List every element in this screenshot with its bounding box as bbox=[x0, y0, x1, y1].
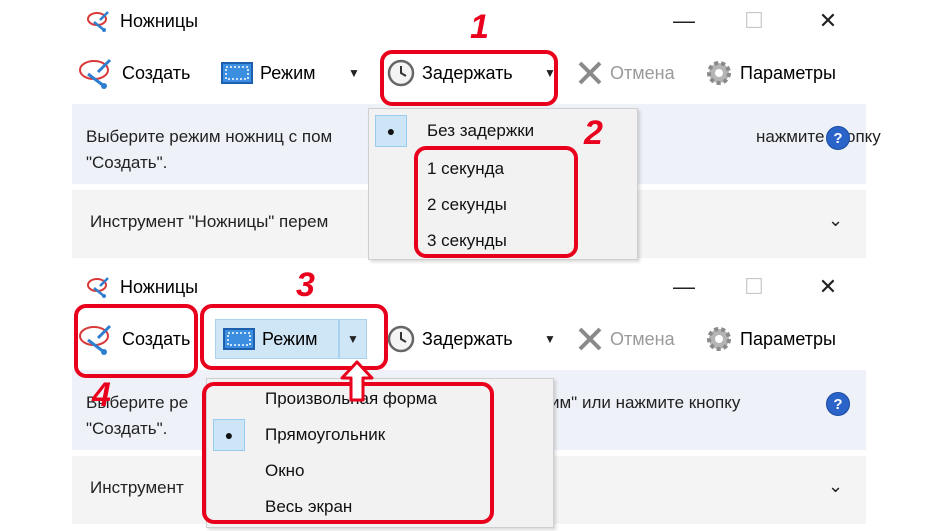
options-button[interactable]: Параметры bbox=[704, 320, 836, 358]
bullet-icon: ● bbox=[375, 115, 407, 147]
help-icon[interactable]: ? bbox=[826, 126, 850, 150]
delay-dropdown-arrow[interactable]: ▼ bbox=[544, 320, 556, 358]
maximize-button[interactable]: ☐ bbox=[732, 270, 776, 304]
annotation-delay-button bbox=[380, 50, 558, 106]
window-title: Ножницы bbox=[120, 11, 199, 31]
scissors-icon bbox=[86, 276, 112, 298]
chevron-down-icon: ▼ bbox=[544, 332, 556, 346]
scissors-icon bbox=[76, 56, 116, 90]
step-number-4: 4 bbox=[92, 376, 111, 414]
cancel-button[interactable]: Отмена bbox=[576, 54, 675, 92]
step-number-2: 2 bbox=[584, 114, 603, 152]
tool-moving-text: Инструмент "Ножницы" перем bbox=[90, 212, 329, 231]
chevron-down-icon[interactable]: ⌄ bbox=[828, 476, 843, 497]
rectangle-mode-icon bbox=[220, 61, 254, 85]
annotation-delay-options bbox=[414, 146, 578, 258]
chevron-down-icon: ▼ bbox=[348, 66, 360, 80]
tool-moving-text: Инструмент bbox=[90, 478, 184, 497]
info-text-right: им" или нажмите кнопку bbox=[550, 393, 741, 412]
minimize-button[interactable]: — bbox=[662, 270, 706, 304]
new-snip-button[interactable]: Создать bbox=[76, 54, 190, 92]
clock-icon bbox=[386, 324, 416, 354]
step-number-1: 1 bbox=[470, 8, 489, 46]
chevron-down-icon[interactable]: ⌄ bbox=[828, 210, 843, 231]
arrow-up-icon bbox=[340, 360, 374, 402]
mode-dropdown-arrow[interactable]: ▼ bbox=[348, 54, 360, 92]
annotation-new-button bbox=[74, 304, 198, 378]
help-icon[interactable]: ? bbox=[826, 392, 850, 416]
title-bar: Ножницы — ☐ ✕ bbox=[72, 266, 866, 308]
annotation-mode-options bbox=[202, 382, 494, 524]
info-text-right: нажмите кнопку bbox=[756, 127, 881, 146]
delay-button[interactable]: Задержать bbox=[386, 320, 513, 358]
cancel-button[interactable]: Отмена bbox=[576, 320, 675, 358]
close-button[interactable]: ✕ bbox=[806, 270, 850, 304]
cancel-x-icon bbox=[576, 325, 604, 353]
step-number-3: 3 bbox=[296, 266, 315, 304]
maximize-button[interactable]: ☐ bbox=[732, 4, 776, 38]
cancel-x-icon bbox=[576, 59, 604, 87]
gear-icon bbox=[704, 324, 734, 354]
close-button[interactable]: ✕ bbox=[806, 4, 850, 38]
title-bar: Ножницы — ☐ ✕ bbox=[72, 0, 866, 42]
scissors-icon bbox=[86, 10, 112, 32]
gear-icon bbox=[704, 58, 734, 88]
minimize-button[interactable]: — bbox=[662, 4, 706, 38]
options-button[interactable]: Параметры bbox=[704, 54, 836, 92]
mode-button[interactable]: Режим bbox=[220, 54, 316, 92]
window-title: Ножницы bbox=[120, 277, 199, 297]
